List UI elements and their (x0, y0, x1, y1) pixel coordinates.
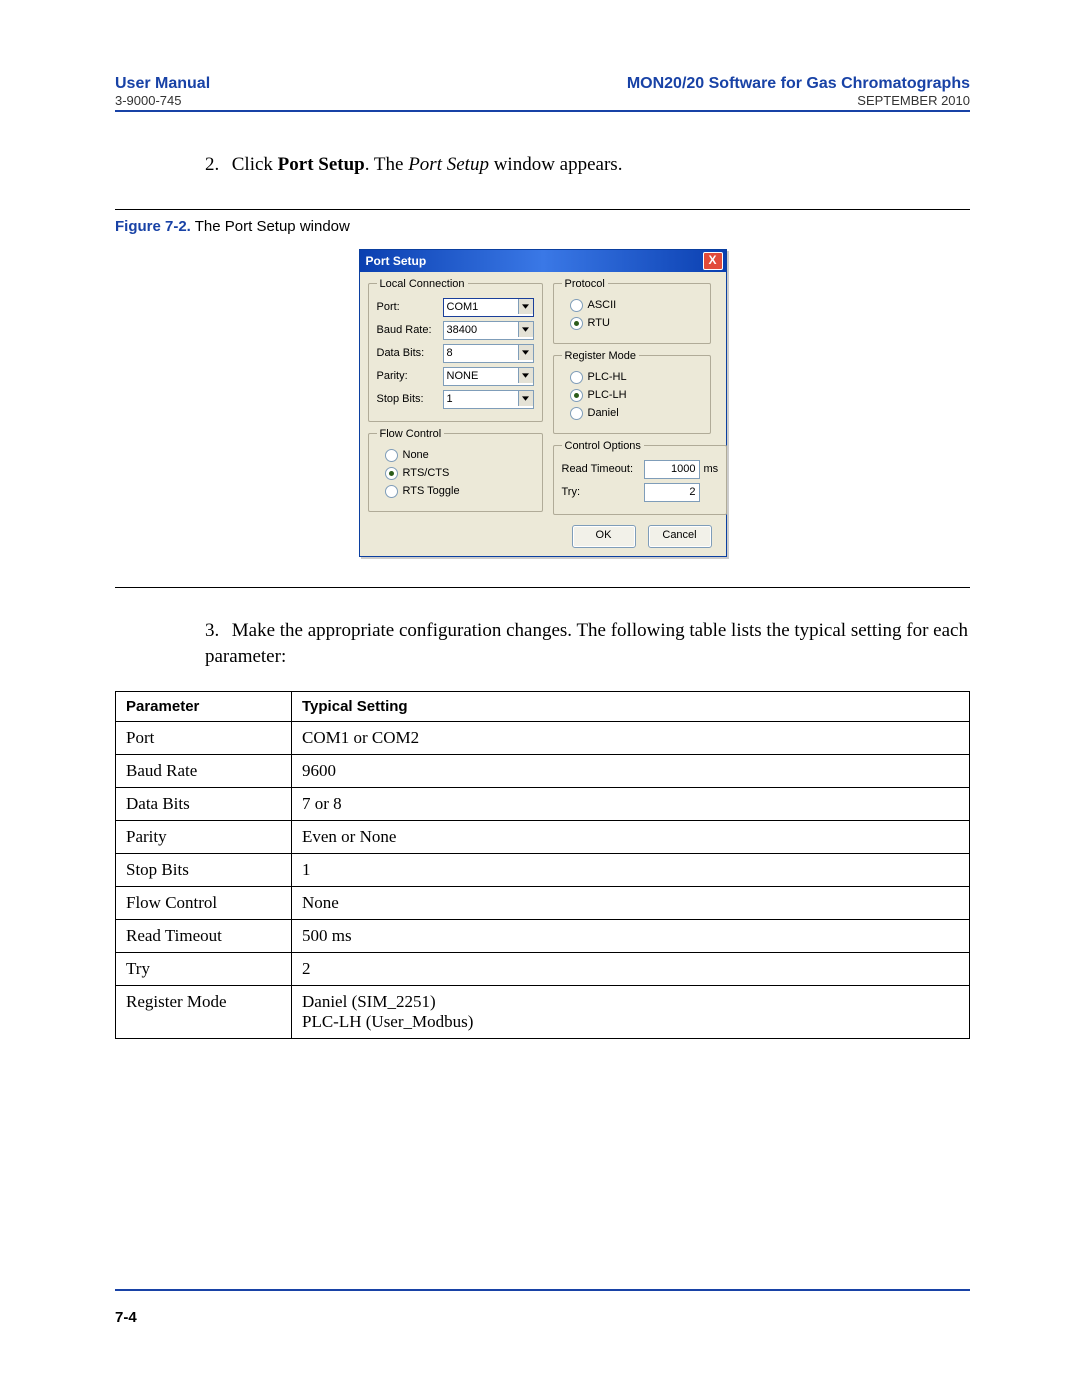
flow-none-radio[interactable]: None (385, 449, 534, 462)
protocol-legend: Protocol (562, 278, 608, 290)
step-3-text: Make the appropriate configuration chang… (205, 620, 968, 668)
try-input[interactable]: 2 (644, 483, 700, 502)
read-timeout-unit: ms (704, 463, 719, 475)
port-label: Port: (377, 301, 439, 313)
read-timeout-input[interactable]: 1000 (644, 460, 700, 479)
value-cell: 2 (292, 952, 970, 985)
close-icon: X (708, 253, 716, 267)
regmode-plclh-radio[interactable]: PLC-LH (570, 389, 702, 402)
figure-label: Figure 7-2. (115, 218, 191, 235)
value-cell: Daniel (SIM_2251) PLC-LH (User_Modbus) (292, 985, 970, 1038)
parity-select[interactable]: NONE (443, 367, 534, 386)
param-cell: Read Timeout (116, 919, 292, 952)
register-mode-group: Register Mode PLC-HL PLC-LH Daniel (553, 350, 711, 434)
page-subheader: 3-9000-745 SEPTEMBER 2010 (115, 93, 970, 112)
value-cell: 500 ms (292, 919, 970, 952)
param-cell: Port (116, 721, 292, 754)
step-2-mid: . The (365, 154, 408, 175)
step-3-num: 3. (205, 618, 227, 645)
chevron-down-icon (518, 391, 533, 406)
protocol-ascii-radio[interactable]: ASCII (570, 299, 702, 312)
table-row: Stop Bits1 (116, 853, 970, 886)
value-cell: COM1 or COM2 (292, 721, 970, 754)
dialog-title: Port Setup (366, 254, 427, 268)
param-cell: Data Bits (116, 787, 292, 820)
table-row: Try2 (116, 952, 970, 985)
value-cell: 9600 (292, 754, 970, 787)
step-2-pre: Click (232, 154, 278, 175)
step-2-bold: Port Setup (278, 154, 365, 175)
value-cell: 1 (292, 853, 970, 886)
databits-select[interactable]: 8 (443, 344, 534, 363)
local-connection-group: Local Connection Port: COM1 Baud Rate: 3… (368, 278, 543, 422)
table-row: PortCOM1 or COM2 (116, 721, 970, 754)
register-mode-legend: Register Mode (562, 350, 640, 362)
control-options-group: Control Options Read Timeout: 1000 ms Tr… (553, 440, 728, 515)
parameter-table: Parameter Typical Setting PortCOM1 or CO… (115, 691, 970, 1039)
baud-label: Baud Rate: (377, 324, 439, 336)
flow-control-group: Flow Control None RTS/CTS RTS Toggle (368, 428, 543, 512)
step-3: 3. Make the appropriate configuration ch… (205, 618, 970, 671)
param-cell: Try (116, 952, 292, 985)
table-row: Baud Rate9600 (116, 754, 970, 787)
value-cell: 7 or 8 (292, 787, 970, 820)
chevron-down-icon (518, 345, 533, 360)
table-row: Register ModeDaniel (SIM_2251) PLC-LH (U… (116, 985, 970, 1038)
stopbits-select[interactable]: 1 (443, 390, 534, 409)
try-label: Try: (562, 486, 640, 498)
page-number: 7-4 (115, 1309, 970, 1326)
param-cell: Baud Rate (116, 754, 292, 787)
footer-rule (115, 1289, 970, 1291)
dialog-titlebar[interactable]: Port Setup X (360, 250, 726, 272)
flow-rtstoggle-radio[interactable]: RTS Toggle (385, 485, 534, 498)
protocol-group: Protocol ASCII RTU (553, 278, 711, 344)
table-header-parameter: Parameter (116, 691, 292, 721)
parity-label: Parity: (377, 370, 439, 382)
param-cell: Parity (116, 820, 292, 853)
header-left: User Manual (115, 75, 210, 93)
regmode-plchl-radio[interactable]: PLC-HL (570, 371, 702, 384)
control-options-legend: Control Options (562, 440, 644, 452)
chevron-down-icon (518, 322, 533, 337)
read-timeout-label: Read Timeout: (562, 463, 640, 475)
step-2-italic: Port Setup (408, 154, 489, 175)
databits-label: Data Bits: (377, 347, 439, 359)
param-cell: Stop Bits (116, 853, 292, 886)
figure-caption: Figure 7-2. The Port Setup window (115, 218, 970, 235)
header-right: MON20/20 Software for Gas Chromatographs (627, 75, 970, 93)
step-2-post: window appears. (489, 154, 623, 175)
protocol-rtu-radio[interactable]: RTU (570, 317, 702, 330)
table-row: Flow ControlNone (116, 886, 970, 919)
step-2-num: 2. (205, 152, 227, 179)
doc-date: SEPTEMBER 2010 (857, 93, 970, 108)
port-setup-dialog: Port Setup X Local Connection Port: COM1 (359, 249, 727, 557)
ok-button[interactable]: OK (572, 525, 636, 548)
table-row: Read Timeout500 ms (116, 919, 970, 952)
baud-select[interactable]: 38400 (443, 321, 534, 340)
close-button[interactable]: X (703, 252, 723, 270)
cancel-button[interactable]: Cancel (648, 525, 712, 548)
regmode-daniel-radio[interactable]: Daniel (570, 407, 702, 420)
flow-control-legend: Flow Control (377, 428, 445, 440)
step-2: 2. Click Port Setup. The Port Setup wind… (205, 152, 970, 179)
flow-rtscts-radio[interactable]: RTS/CTS (385, 467, 534, 480)
doc-number: 3-9000-745 (115, 93, 182, 108)
figure-caption-text: The Port Setup window (191, 218, 350, 235)
param-cell: Register Mode (116, 985, 292, 1038)
stopbits-label: Stop Bits: (377, 393, 439, 405)
table-row: Data Bits7 or 8 (116, 787, 970, 820)
param-cell: Flow Control (116, 886, 292, 919)
local-connection-legend: Local Connection (377, 278, 468, 290)
table-header-setting: Typical Setting (292, 691, 970, 721)
table-row: ParityEven or None (116, 820, 970, 853)
value-cell: None (292, 886, 970, 919)
chevron-down-icon (518, 368, 533, 383)
chevron-down-icon (518, 299, 533, 314)
value-cell: Even or None (292, 820, 970, 853)
port-select[interactable]: COM1 (443, 298, 534, 317)
figure-rule-bottom (115, 587, 970, 588)
figure-rule-top (115, 209, 970, 210)
page-header: User Manual MON20/20 Software for Gas Ch… (115, 75, 970, 93)
